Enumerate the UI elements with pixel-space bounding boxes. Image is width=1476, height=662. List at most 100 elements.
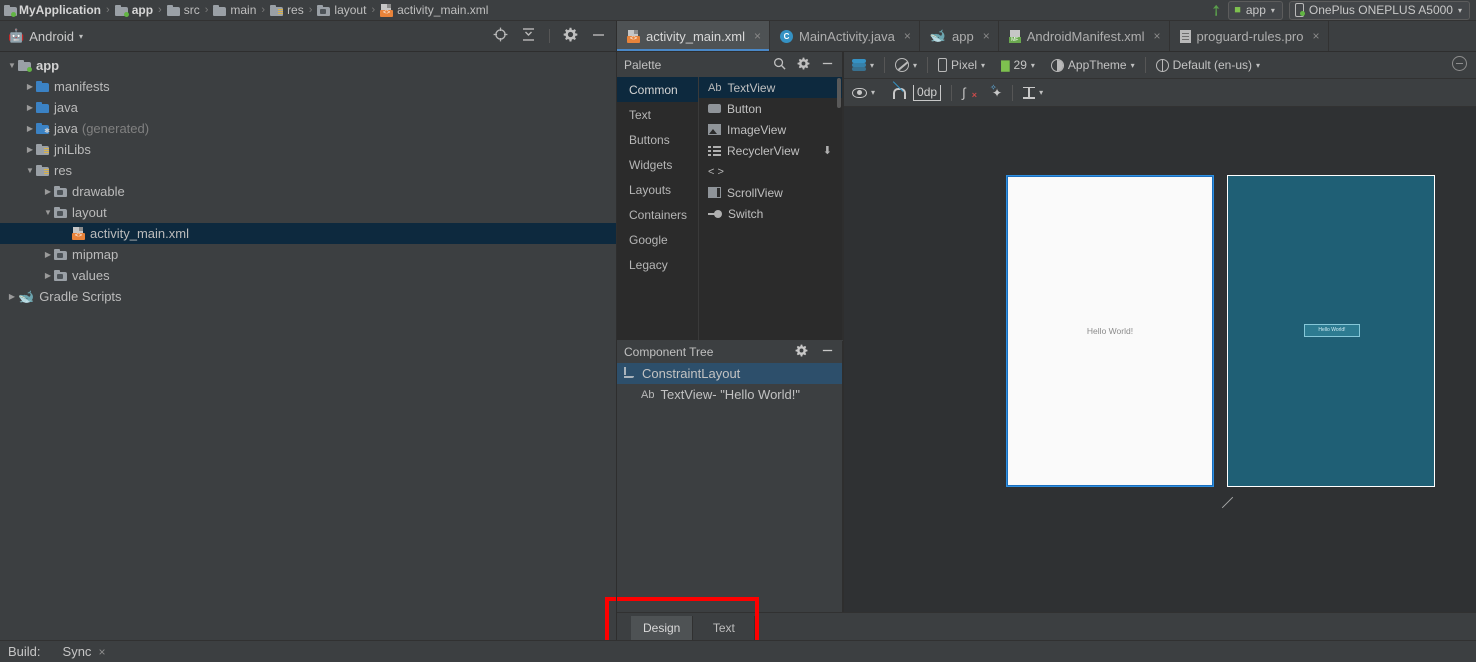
palette-item[interactable]: < > — [699, 161, 842, 182]
tree-row[interactable]: ▶ manifests — [0, 76, 616, 97]
palette-item[interactable]: Switch — [699, 203, 842, 224]
minimize-icon[interactable] — [821, 344, 834, 360]
breadcrumb-item-res[interactable]: res — [270, 3, 304, 17]
orientation-button[interactable]: ▾ — [887, 54, 925, 76]
blueprint-preview[interactable]: Hello World! — [1227, 175, 1435, 487]
component-tree-body[interactable]: ConstraintLayout Ab TextView- "Hello World… — [617, 363, 843, 612]
tree-expand-arrow[interactable]: ▶ — [6, 292, 18, 301]
breadcrumb-item-project[interactable]: MyApplication — [4, 3, 101, 17]
design-canvas[interactable]: Hello World! Hello World! — [844, 107, 1476, 612]
palette-category[interactable]: Common — [617, 77, 698, 102]
tree-expand-arrow[interactable]: ▶ — [42, 250, 54, 259]
minimize-icon[interactable] — [821, 57, 834, 73]
palette-items[interactable]: Ab TextView Button ImageView RecyclerView ⬇ < … — [698, 77, 842, 340]
locale-button[interactable]: Default (en-us) ▾ — [1148, 54, 1268, 76]
tree-expand-arrow[interactable]: ▼ — [24, 166, 36, 175]
panel-divider-left[interactable] — [616, 21, 617, 640]
tree-row[interactable]: ▼ layout — [0, 202, 616, 223]
breadcrumb-item-layout[interactable]: layout — [317, 3, 366, 17]
close-icon[interactable]: × — [98, 645, 105, 659]
tree-row[interactable]: ▶ ✱ java (generated) — [0, 118, 616, 139]
close-icon[interactable]: × — [904, 29, 911, 43]
editor-tab[interactable]: <> activity_main.xml × — [617, 21, 770, 51]
tree-expand-arrow[interactable]: ▶ — [42, 187, 54, 196]
palette-scrollbar[interactable] — [837, 78, 841, 108]
gear-icon[interactable] — [795, 344, 808, 360]
layout-mode-button[interactable]: ▾ — [844, 54, 882, 76]
theme-button[interactable]: AppTheme ▾ — [1043, 54, 1143, 76]
editor-tab[interactable]: 🐋 app × — [920, 21, 999, 51]
editor-tab[interactable]: C MainActivity.java × — [770, 21, 920, 51]
tree-expand-arrow[interactable]: ▶ — [24, 124, 36, 133]
device-selector[interactable]: OnePlus ONEPLUS A5000 ▾ — [1288, 0, 1470, 20]
download-icon[interactable]: ⬇ — [823, 144, 832, 157]
breadcrumb-item-src[interactable]: src — [166, 3, 200, 17]
api-level-button[interactable]: ▇ 29 ▾ — [993, 54, 1043, 76]
infer-constraints-button[interactable]: ✧ ✦ — [984, 82, 1010, 104]
close-icon[interactable]: × — [983, 29, 990, 43]
sync-tab[interactable]: Sync × — [63, 644, 106, 659]
tree-expand-arrow[interactable]: ▶ — [24, 145, 36, 154]
palette-item[interactable]: Button — [699, 98, 842, 119]
palette-category[interactable]: Legacy — [617, 252, 698, 277]
palette-category[interactable]: Google — [617, 227, 698, 252]
breadcrumb-item-main[interactable]: main — [213, 3, 256, 17]
minimize-icon[interactable] — [591, 27, 606, 45]
editor-mode-tab[interactable]: Text — [693, 616, 756, 640]
palette-item[interactable]: ScrollView — [699, 182, 842, 203]
tree-row[interactable]: ▶ values — [0, 265, 616, 286]
canvas-resize-handle[interactable] — [1220, 489, 1236, 509]
tree-expand-arrow[interactable]: ▶ — [24, 82, 36, 91]
gear-icon[interactable] — [797, 57, 810, 73]
palette-category[interactable]: Layouts — [617, 177, 698, 202]
tree-row[interactable]: ▼ res — [0, 160, 616, 181]
collapse-panel-button[interactable] — [1452, 56, 1476, 74]
tree-row[interactable]: ▶ jniLibs — [0, 139, 616, 160]
close-icon[interactable]: × — [1313, 29, 1320, 43]
component-tree-node[interactable]: Ab TextView- "Hello World!" — [617, 384, 842, 405]
tree-row[interactable]: ▼ app — [0, 55, 616, 76]
tree-expand-arrow[interactable]: ▼ — [6, 61, 18, 70]
palette-category[interactable]: Containers — [617, 202, 698, 227]
tree-expand-arrow[interactable]: ▶ — [24, 103, 36, 112]
close-icon[interactable]: × — [1154, 29, 1161, 43]
palette-category[interactable]: Widgets — [617, 152, 698, 177]
tree-row[interactable]: ▶ java — [0, 97, 616, 118]
panel-divider-palette[interactable] — [843, 52, 844, 612]
component-tree-node[interactable]: ConstraintLayout — [617, 363, 842, 384]
tree-expand-arrow[interactable]: ▼ — [42, 208, 54, 217]
blueprint-textview-widget[interactable]: Hello World! — [1304, 324, 1360, 337]
palette-category[interactable]: Buttons — [617, 127, 698, 152]
align-button[interactable]: ▾ — [1015, 82, 1051, 104]
device-preview[interactable]: Hello World! — [1006, 175, 1214, 487]
gear-icon[interactable] — [563, 27, 578, 45]
palette-categories[interactable]: Common Text Buttons Widgets Layouts Container… — [617, 77, 698, 340]
palette-item[interactable]: ImageView — [699, 119, 842, 140]
device-button[interactable]: Pixel ▾ — [930, 54, 993, 76]
search-icon[interactable] — [773, 57, 786, 73]
tree-row[interactable]: <> activity_main.xml — [0, 223, 616, 244]
palette-item[interactable]: Ab TextView — [699, 77, 842, 98]
tree-row[interactable]: ▶ mipmap — [0, 244, 616, 265]
palette-category[interactable]: Text — [617, 102, 698, 127]
project-panel-title-group[interactable]: 🤖 Android ▾ — [0, 28, 83, 44]
run-arrow-icon[interactable]: ➚ — [1205, 0, 1226, 20]
tree-row[interactable]: ▶ drawable — [0, 181, 616, 202]
editor-tab[interactable]: MF AndroidManifest.xml × — [999, 21, 1170, 51]
tree-row[interactable]: ▶ 🐋 Gradle Scripts — [0, 286, 616, 307]
breadcrumb-item-app[interactable]: app — [114, 3, 153, 17]
breadcrumb-item-file[interactable]: <> activity_main.xml — [380, 3, 488, 17]
clear-constraints-button[interactable]: ∫ × — [954, 82, 984, 104]
palette-item[interactable]: RecyclerView ⬇ — [699, 140, 842, 161]
project-tree[interactable]: ▼ app ▶ manifests ▶ java ▶ ✱ java (generated) ▶ jni… — [0, 52, 616, 640]
tree-expand-arrow[interactable]: ▶ — [42, 271, 54, 280]
close-icon[interactable]: × — [754, 29, 761, 43]
editor-tab[interactable]: proguard-rules.pro × — [1170, 21, 1329, 51]
view-options-button[interactable]: ▾ — [844, 82, 883, 104]
autoconnect-button[interactable] — [883, 82, 913, 104]
target-icon[interactable] — [493, 27, 508, 45]
editor-mode-tab[interactable]: Design — [631, 616, 694, 640]
default-margin-button[interactable]: 0dp — [913, 82, 949, 104]
collapse-all-icon[interactable] — [521, 27, 536, 45]
module-selector[interactable]: ■ app ▾ — [1228, 0, 1283, 20]
